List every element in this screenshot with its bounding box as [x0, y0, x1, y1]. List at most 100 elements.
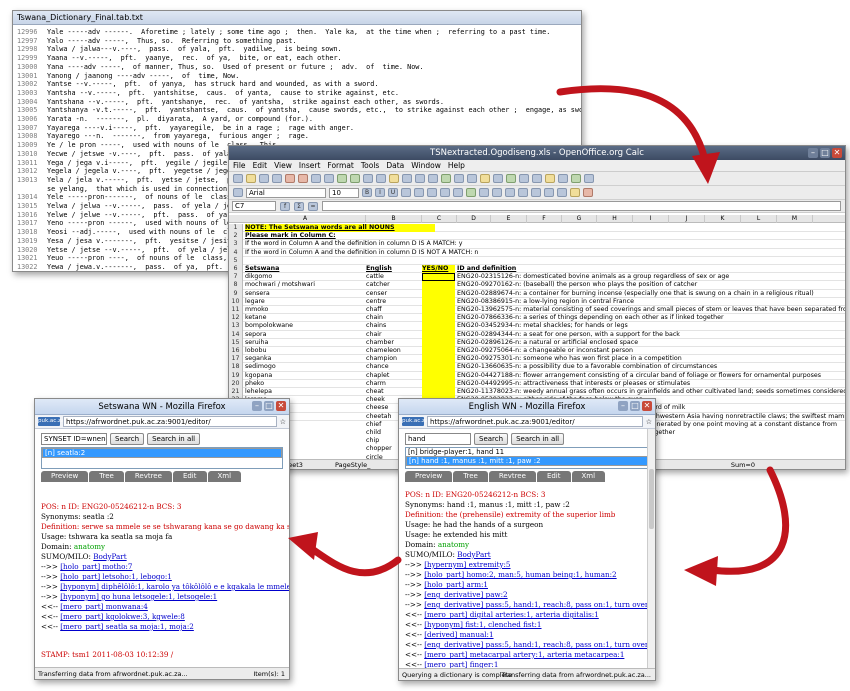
redo-icon[interactable] [428, 174, 438, 183]
column-header-l[interactable]: L [741, 215, 777, 223]
search-button[interactable]: Search [110, 433, 145, 445]
cell-a[interactable]: sepora [245, 331, 364, 339]
justify-icon[interactable] [440, 188, 450, 197]
cell-d[interactable]: ENG20-02894344-n: a seat for one person,… [457, 331, 845, 339]
setswana-wn-firefox-window[interactable]: Setswana WN - Mozilla Firefox – □ ✕ puk.… [34, 398, 290, 680]
relation-link[interactable]: [mero_part] finger:1 [424, 660, 498, 668]
cell-a[interactable]: seruiha [245, 339, 364, 347]
font-size-select[interactable]: 10 [329, 187, 359, 198]
list-item[interactable]: [n] hand :1, manus :1, mitt :1, paw :2 [406, 456, 648, 466]
sum-icon[interactable]: Σ [294, 201, 304, 211]
cell-d[interactable]: ENG20-03452934-n: metal shackles; for ha… [457, 322, 845, 330]
relation-link[interactable]: [holo_part] motho:7 [60, 562, 132, 571]
align-center-icon[interactable] [414, 188, 424, 197]
cell-c[interactable] [422, 314, 455, 323]
cell-c[interactable] [422, 388, 455, 397]
table-row[interactable]: 13 bompolokwane chains ENG20-03452934-n: me… [229, 322, 845, 331]
tab-tree[interactable]: Tree [89, 471, 124, 482]
cell-d[interactable]: ID and definition [457, 265, 845, 273]
vertical-scrollbar[interactable] [647, 429, 655, 668]
cell-b[interactable]: cattle [366, 273, 422, 281]
cell-d[interactable]: curve generated by one point moving at a… [629, 421, 845, 429]
relation-link[interactable]: [hyponym] go huna letsogele:1, letsogele… [60, 592, 217, 601]
cell-d[interactable]: ENG20-02889674-n: a container for burnin… [457, 290, 845, 298]
table-row[interactable]: 19 kgopana chaplet ENG20-04427188-n: flower… [229, 371, 845, 380]
column-header-i[interactable]: I [633, 215, 669, 223]
cell-c[interactable]: YES/NO [422, 265, 455, 274]
sort-descending-icon[interactable] [467, 174, 477, 183]
chart-icon[interactable] [480, 174, 490, 183]
cell-c[interactable] [422, 322, 455, 331]
cell-b[interactable]: chameleon [366, 347, 422, 355]
maximize-button[interactable]: □ [264, 401, 274, 411]
table-row[interactable]: 10 legare centre ENG20-08386915-n: a low-ly… [229, 297, 845, 306]
align-left-icon[interactable] [401, 188, 411, 197]
pivot-table-icon[interactable] [493, 174, 503, 183]
cut-icon[interactable] [363, 174, 373, 183]
percent-icon[interactable] [479, 188, 489, 197]
number-format-icon[interactable] [492, 188, 502, 197]
cell-d[interactable]: ENG20-02315126-n: domesticated bovine an… [457, 273, 845, 281]
cell-a[interactable]: pheko [245, 380, 364, 388]
result-listbox[interactable]: [n] bridge-player:1, hand 11 [n] hand :1… [405, 447, 649, 469]
row-number[interactable]: 17 [229, 355, 243, 364]
cell-b[interactable]: chair [366, 331, 422, 339]
cell-b[interactable]: cheat [366, 388, 422, 396]
cell-a[interactable]: If the word in Column A and the definiti… [245, 240, 665, 248]
cell-c[interactable] [422, 379, 455, 388]
cell-c[interactable] [422, 355, 455, 364]
menu-item-tools[interactable]: Tools [361, 161, 379, 170]
relation-link[interactable]: [mero_part] digital arteries:1, arteria … [424, 610, 599, 619]
row-number[interactable]: 14 [229, 330, 243, 339]
new-document-icon[interactable] [233, 174, 243, 183]
table-row[interactable]: 5 [229, 256, 845, 265]
cell-a[interactable]: dikgomo [245, 273, 364, 281]
row-number[interactable]: 16 [229, 347, 243, 356]
tab-xml[interactable]: Xml [571, 471, 606, 482]
relation-link[interactable]: [holo_part] letsoho:1, lebogo:1 [60, 572, 172, 581]
cell-c[interactable] [422, 363, 455, 372]
column-header-a[interactable]: A [245, 215, 366, 223]
search-in-all-button[interactable]: Search in all [147, 433, 201, 445]
minimize-button[interactable]: – [808, 148, 818, 158]
cell-c[interactable] [422, 297, 455, 306]
undo-icon[interactable] [415, 174, 425, 183]
formula-input[interactable] [322, 201, 841, 211]
cell-d[interactable]: ENG20-08386915-n: a low-lying region in … [457, 298, 845, 306]
cell-a[interactable]: lehelepa [245, 388, 364, 396]
row-number[interactable]: 1 [229, 224, 243, 233]
menu-item-format[interactable]: Format [327, 161, 353, 170]
cell-a[interactable]: sedimogo [245, 363, 364, 371]
menu-item-help[interactable]: Help [448, 161, 465, 170]
table-row[interactable]: 2 Please mark in Column C: [229, 232, 845, 241]
bold-icon[interactable]: B [362, 188, 372, 197]
relation-link[interactable]: [derived] manual:1 [424, 630, 493, 639]
cell-d[interactable]: ENG20-13962575-n: material consisting of… [457, 306, 845, 314]
cell-b[interactable]: censer [366, 290, 422, 298]
cell-c[interactable] [422, 330, 455, 339]
borders-icon[interactable] [557, 188, 567, 197]
show-draw-functions-icon[interactable] [506, 174, 516, 183]
cell-c[interactable] [422, 289, 455, 298]
zoom-icon[interactable] [571, 174, 581, 183]
cell-b[interactable]: English [366, 265, 422, 273]
relation-link[interactable]: [mero_part] metacarpal artery:1, arteria… [424, 650, 624, 659]
cell-b[interactable]: chaff [366, 306, 422, 314]
sort-ascending-icon[interactable] [454, 174, 464, 183]
row-number[interactable]: 7 [229, 273, 243, 282]
copy-icon[interactable] [376, 174, 386, 183]
merge-cells-icon[interactable] [453, 188, 463, 197]
table-row[interactable]: 17 seganka champion ENG20-09275301-n: someo… [229, 355, 845, 364]
minimize-button[interactable]: – [618, 401, 628, 411]
sumo-link[interactable]: BodyPart [457, 550, 490, 559]
english-wn-firefox-window[interactable]: English WN - Mozilla Firefox – □ ✕ puk.a… [398, 398, 656, 681]
tab-revtree[interactable]: Revtree [124, 471, 172, 482]
cell-b[interactable]: chain [366, 314, 422, 322]
site-identity-badge[interactable]: puk.ac.za [38, 417, 64, 426]
column-header-j[interactable]: J [669, 215, 705, 223]
row-number[interactable]: 3 [229, 240, 243, 249]
cell-b[interactable]: chance [366, 363, 422, 371]
tab-preview[interactable]: Preview [405, 471, 453, 482]
table-row[interactable]: 4 If the word in Column A and the definit… [229, 248, 845, 257]
table-row[interactable]: 3 If the word in Column A and the definit… [229, 240, 845, 249]
